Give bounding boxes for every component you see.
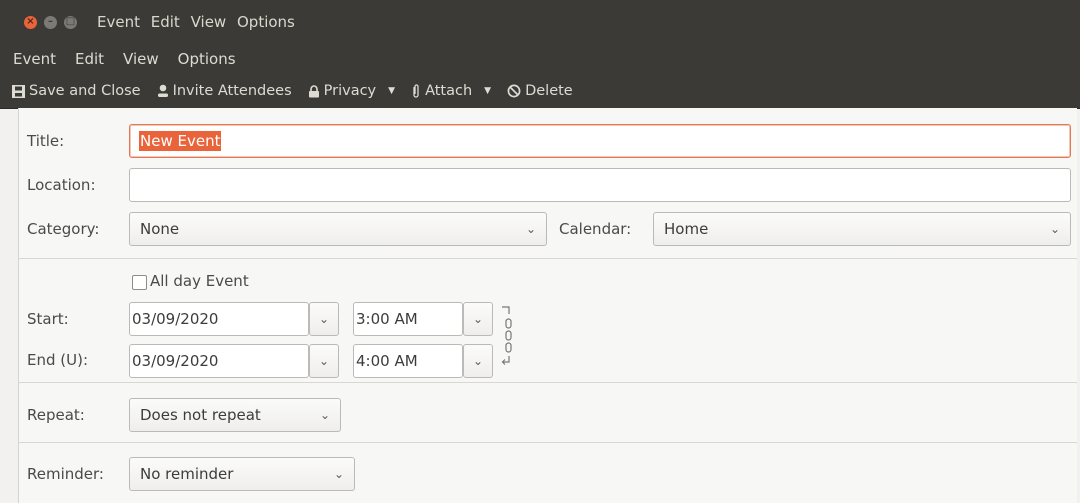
category-value: None — [140, 220, 180, 238]
all-day-checkbox[interactable] — [132, 275, 147, 290]
title-bar: × – □ Event Edit View Options — [0, 0, 1080, 44]
start-date-dropdown[interactable]: ⌄ — [309, 302, 339, 336]
start-time-input[interactable]: 3:00 AM — [353, 302, 463, 336]
reminder-select[interactable]: No reminder ⌄ — [129, 457, 355, 491]
menu-edit[interactable]: Edit — [75, 50, 104, 68]
save-and-close-label: Save and Close — [29, 83, 141, 99]
title-menu: Event Edit View Options — [97, 13, 301, 31]
prohibited-icon — [507, 84, 521, 98]
title-menu-edit[interactable]: Edit — [151, 13, 180, 31]
title-menu-options[interactable]: Options — [237, 13, 295, 31]
reminder-value: No reminder — [140, 465, 234, 483]
start-label: Start: — [27, 310, 69, 328]
start-time-dropdown[interactable]: ⌄ — [463, 302, 493, 336]
title-input-value: New Event — [139, 131, 222, 151]
invite-attendees-label: Invite Attendees — [172, 83, 292, 99]
menu-view[interactable]: View — [123, 50, 159, 68]
close-window-icon[interactable]: × — [24, 15, 37, 29]
chevron-down-icon: ⌄ — [319, 408, 330, 422]
attach-button[interactable]: Attach ▼ — [411, 83, 491, 99]
repeat-value: Does not repeat — [140, 406, 261, 424]
chevron-down-icon: ⌄ — [318, 354, 330, 368]
toolbar: Save and Close Invite Attendees Privacy … — [0, 74, 1080, 109]
title-menu-event[interactable]: Event — [97, 13, 140, 31]
location-label: Location: — [27, 176, 96, 194]
chevron-down-icon: ⌄ — [472, 312, 484, 326]
category-label: Category: — [27, 220, 100, 238]
delete-label: Delete — [525, 83, 573, 99]
end-time-dropdown[interactable]: ⌄ — [463, 344, 493, 378]
chevron-down-icon: ⌄ — [472, 354, 484, 368]
location-input[interactable] — [129, 168, 1071, 202]
event-dialog: × – □ Event Edit View Options Event Edit… — [0, 0, 1080, 503]
reminder-label: Reminder: — [27, 465, 104, 483]
maximize-window-icon[interactable]: □ — [64, 15, 77, 29]
start-date-input[interactable]: 03/09/2020 — [129, 302, 309, 336]
end-date-dropdown[interactable]: ⌄ — [309, 344, 339, 378]
save-icon — [12, 84, 25, 98]
title-input[interactable]: New Event — [129, 124, 1071, 158]
chevron-down-icon: ⌄ — [318, 312, 330, 326]
chevron-down-icon: ⌄ — [525, 222, 536, 236]
event-form: Title: New Event Location: Category: Non… — [18, 108, 1077, 503]
person-icon — [157, 84, 169, 98]
repeat-label: Repeat: — [27, 406, 85, 424]
paperclip-icon — [411, 83, 421, 99]
invite-attendees-button[interactable]: Invite Attendees — [157, 83, 292, 99]
end-date-value: 03/09/2020 — [132, 352, 219, 370]
end-time-value: 4:00 AM — [356, 352, 418, 370]
menu-options[interactable]: Options — [178, 50, 236, 68]
end-date-input[interactable]: 03/09/2020 — [129, 344, 309, 378]
divider — [19, 382, 1077, 383]
title-menu-view[interactable]: View — [191, 13, 227, 31]
chevron-down-icon: ⌄ — [1049, 222, 1060, 236]
attach-label: Attach — [425, 83, 473, 99]
title-label: Title: — [27, 132, 65, 150]
chain-link-icon[interactable] — [500, 304, 514, 377]
menu-bar: Event Edit View Options — [0, 44, 1080, 74]
calendar-value: Home — [664, 220, 709, 238]
divider — [19, 258, 1077, 259]
calendar-label: Calendar: — [559, 220, 632, 238]
chevron-down-icon: ⌄ — [333, 467, 344, 481]
minimize-window-icon[interactable]: – — [44, 15, 57, 29]
category-select[interactable]: None ⌄ — [129, 212, 547, 246]
lock-icon — [308, 84, 320, 98]
all-day-label[interactable]: All day Event — [150, 272, 249, 290]
calendar-select[interactable]: Home ⌄ — [653, 212, 1071, 246]
divider — [19, 442, 1077, 443]
end-time-input[interactable]: 4:00 AM — [353, 344, 463, 378]
end-label: End (U): — [27, 351, 89, 369]
save-and-close-button[interactable]: Save and Close — [12, 83, 141, 99]
privacy-label: Privacy — [323, 83, 377, 99]
repeat-select[interactable]: Does not repeat ⌄ — [129, 398, 341, 432]
attach-dropdown-icon[interactable]: ▼ — [484, 86, 491, 96]
privacy-button[interactable]: Privacy ▼ — [308, 83, 395, 99]
menu-event[interactable]: Event — [13, 50, 56, 68]
privacy-dropdown-icon[interactable]: ▼ — [388, 86, 395, 96]
start-time-value: 3:00 AM — [356, 310, 418, 328]
start-date-value: 03/09/2020 — [132, 310, 219, 328]
delete-button[interactable]: Delete — [507, 83, 573, 99]
